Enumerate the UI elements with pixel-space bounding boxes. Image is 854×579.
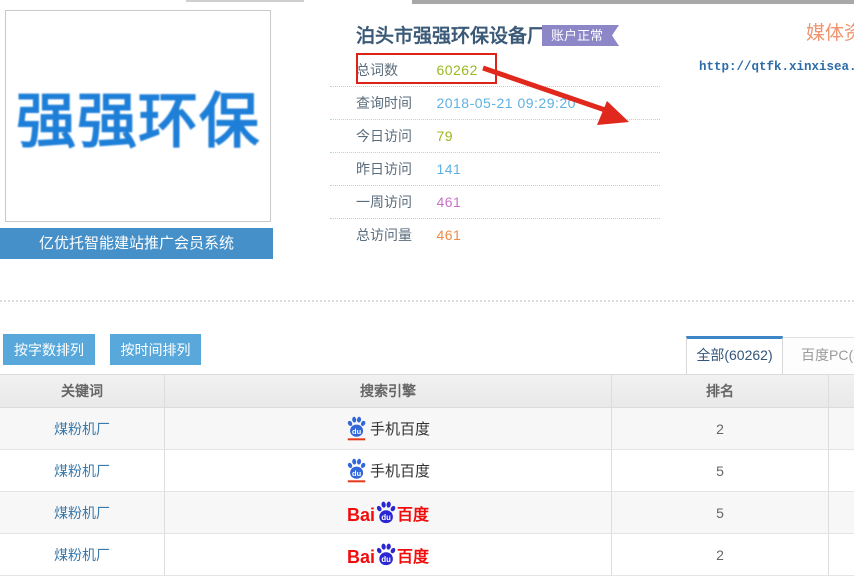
svg-text:du: du — [381, 554, 391, 563]
svg-text:du: du — [352, 469, 362, 478]
engine-cell: Bai du 百度 — [165, 534, 612, 575]
logo-text: 强强环保 — [16, 73, 260, 160]
keyword-cell: 煤粉机厂 — [0, 450, 165, 491]
page-title: 泊头市强强环保设备厂 — [356, 21, 546, 48]
baidu-paw-icon: du — [375, 543, 397, 567]
svg-text:du: du — [381, 512, 391, 521]
sort-by-wordcount-button[interactable]: 按字数排列 — [3, 334, 95, 365]
section-divider — [0, 300, 854, 302]
engine-cell: du 手机百度 — [165, 408, 612, 449]
engine-label: 手机百度 — [370, 418, 430, 439]
keyword-cell: 煤粉机厂 — [0, 534, 165, 575]
stat-value: 60262 — [436, 62, 477, 78]
stat-row-total-words: 总词数 60262 — [330, 54, 660, 87]
top-divider-left — [186, 0, 304, 2]
site-url-link[interactable]: http://qtfk.xinxisea. — [699, 60, 854, 74]
extra-cell — [829, 534, 854, 575]
table-row: 煤粉机厂 Bai du 百度 — [0, 492, 854, 534]
stat-label: 总词数 — [356, 54, 432, 87]
svg-text:du: du — [352, 427, 362, 436]
engine-cell: Bai du 百度 — [165, 492, 612, 533]
keyword-cell: 煤粉机厂 — [0, 408, 165, 449]
stats-panel: 总词数 60262 查询时间 2018-05-21 09:29:20 今日访问 … — [330, 54, 660, 252]
col-header-extra — [829, 375, 854, 407]
col-header-rank: 排名 — [612, 375, 829, 407]
sort-by-time-button[interactable]: 按时间排列 — [110, 334, 201, 365]
extra-cell — [829, 450, 854, 491]
member-system-banner: 亿优托智能建站推广会员系统 — [0, 228, 273, 259]
col-header-keyword: 关键词 — [0, 375, 165, 407]
rank-cell: 2 — [612, 408, 829, 449]
stat-value: 461 — [436, 227, 461, 243]
stat-label: 查询时间 — [356, 87, 432, 120]
stat-label: 昨日访问 — [356, 153, 432, 186]
extra-cell — [829, 492, 854, 533]
banner-label: 亿优托智能建站推广会员系统 — [39, 235, 234, 252]
stat-row-query-time: 查询时间 2018-05-21 09:29:20 — [330, 87, 660, 120]
tab-baidu-pc[interactable]: 百度PC(30 — [783, 337, 854, 374]
stat-value: 2018-05-21 09:29:20 — [436, 95, 576, 111]
table-row: 煤粉机厂 du 手机百度 — [0, 408, 854, 450]
stat-label: 一周访问 — [356, 186, 432, 219]
stat-label: 总访问量 — [356, 219, 432, 252]
table-row: 煤粉机厂 du 手机百度 — [0, 450, 854, 492]
stat-row-today-visits: 今日访问 79 — [330, 120, 660, 153]
tab-all[interactable]: 全部(60262) — [686, 336, 783, 374]
keyword-rank-table: 关键词 搜索引擎 排名 煤粉机厂 du — [0, 374, 854, 576]
rank-cell: 5 — [612, 492, 829, 533]
stat-value: 79 — [436, 128, 453, 144]
rank-cell: 5 — [612, 450, 829, 491]
table-header-row: 关键词 搜索引擎 排名 — [0, 374, 854, 408]
keyword-cell: 煤粉机厂 — [0, 492, 165, 533]
engine-cell: du 手机百度 — [165, 450, 612, 491]
baidu-pc-logo: Bai du 百度 — [347, 543, 429, 567]
stat-row-total-visits: 总访问量 461 — [330, 219, 660, 252]
table-row: 煤粉机厂 Bai du 百度 — [0, 534, 854, 576]
baidu-pc-logo: Bai du 百度 — [347, 501, 429, 525]
seo-rank-dashboard: 强强环保 亿优托智能建站推广会员系统 泊头市强强环保设备厂 账户正常 总词数 6… — [0, 0, 854, 579]
col-header-engine: 搜索引擎 — [165, 375, 612, 407]
top-divider-right — [412, 0, 854, 4]
stat-value: 461 — [436, 194, 461, 210]
media-section-heading: 媒体资 — [806, 18, 854, 45]
mobile-baidu-paw-icon: du — [346, 458, 367, 483]
rank-cell: 2 — [612, 534, 829, 575]
extra-cell — [829, 408, 854, 449]
account-status-badge: 账户正常 — [542, 25, 619, 46]
stat-label: 今日访问 — [356, 120, 432, 153]
stat-value: 141 — [436, 161, 461, 177]
baidu-paw-icon: du — [375, 501, 397, 525]
engine-label: 手机百度 — [370, 460, 430, 481]
stat-row-yesterday-visits: 昨日访问 141 — [330, 153, 660, 186]
mobile-baidu-paw-icon: du — [346, 416, 367, 441]
stat-row-week-visits: 一周访问 461 — [330, 186, 660, 219]
company-logo: 强强环保 — [5, 10, 271, 222]
